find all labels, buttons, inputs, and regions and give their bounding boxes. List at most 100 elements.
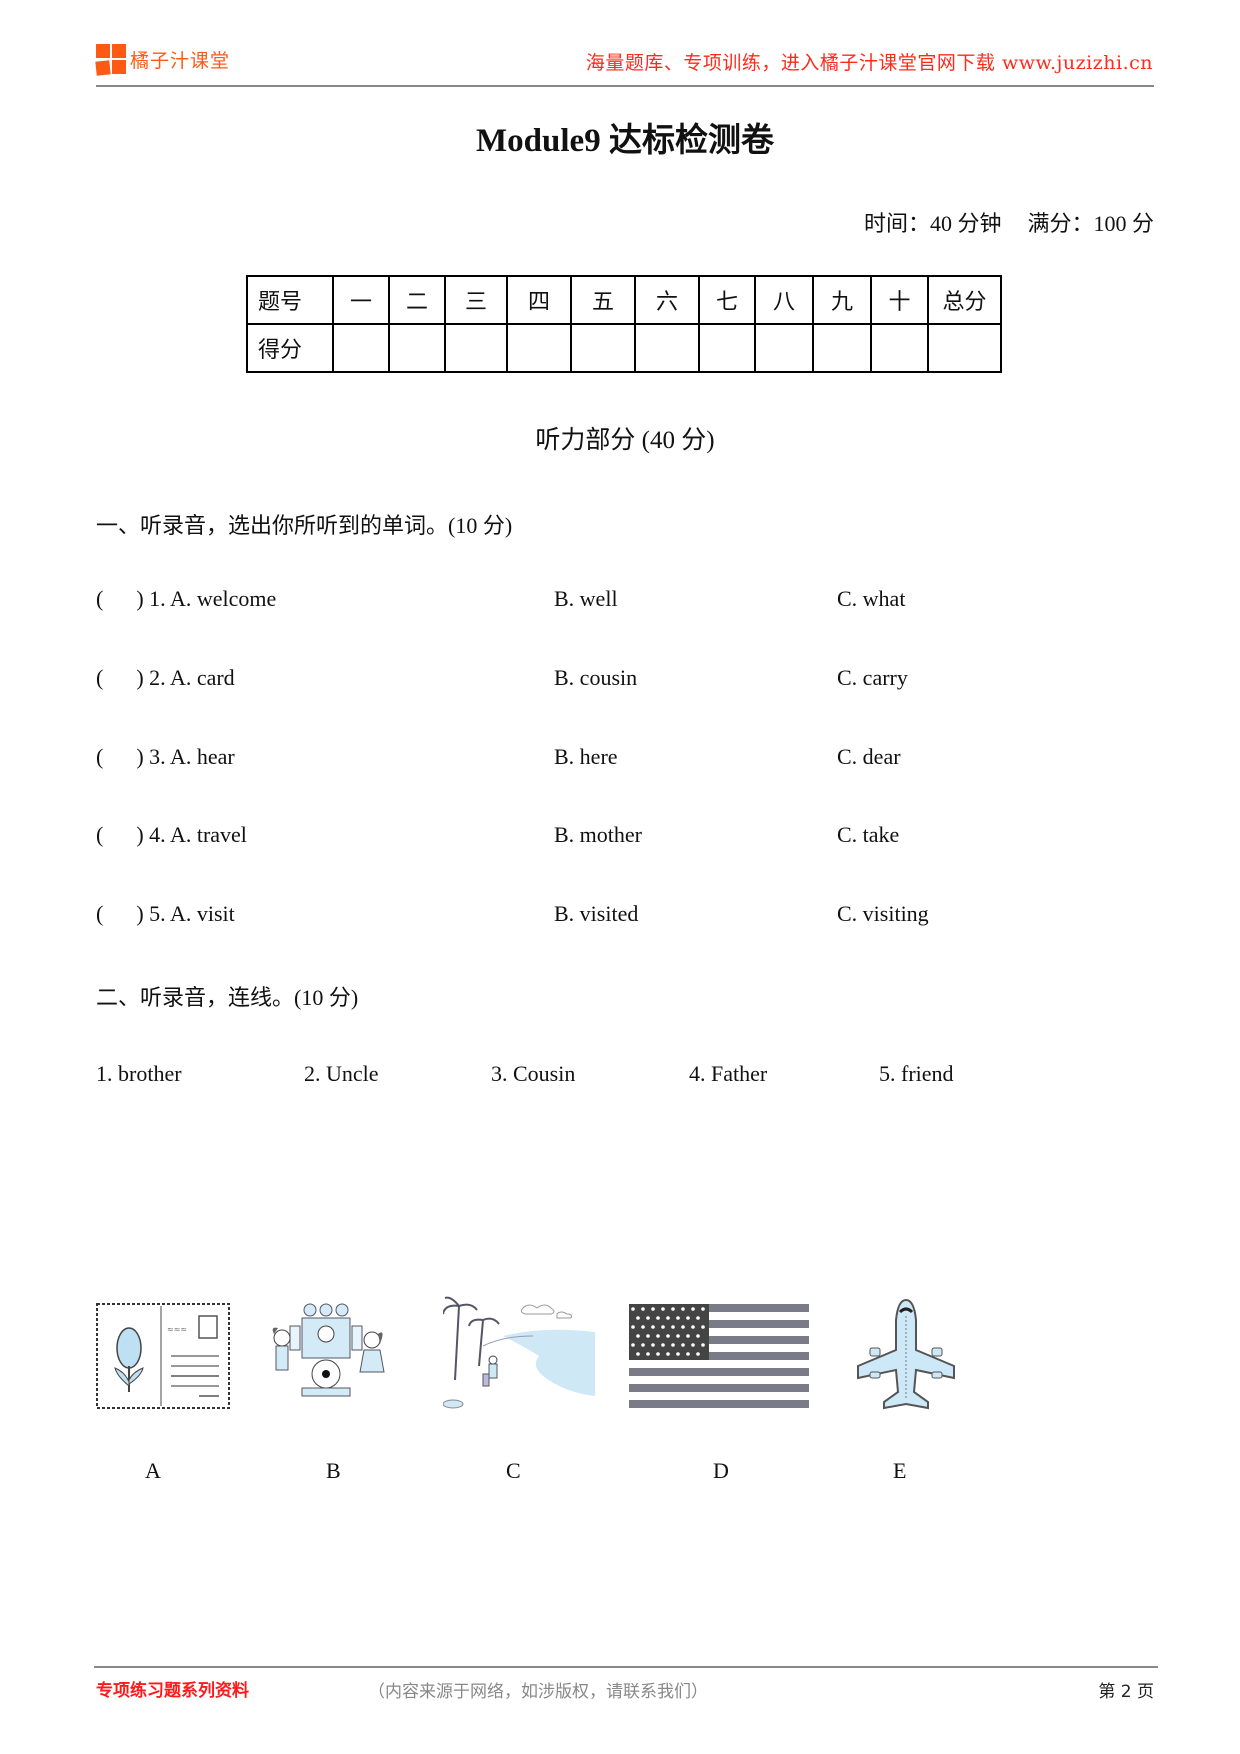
footer-divider [94, 1666, 1158, 1668]
airplane-icon[interactable] [846, 1296, 966, 1416]
flag-star [631, 1325, 635, 1329]
flag-star [701, 1343, 705, 1347]
header-slogan[interactable]: 海量题库、专项训练，进入橘子汁课堂官网下载 www.juzizhi.cn [586, 48, 1153, 75]
score-cell[interactable] [332, 323, 390, 373]
flag-star [651, 1325, 655, 1329]
col-header: 三 [444, 275, 508, 325]
flag-stripe [629, 1368, 809, 1376]
flag-star [636, 1352, 640, 1356]
part-title-listening: 听力部分 (40 分) [535, 427, 715, 454]
row-label-score: 得分 [246, 323, 334, 373]
flag-star [646, 1334, 650, 1338]
option-b[interactable]: B. here [554, 744, 618, 770]
picture-label: C [506, 1458, 521, 1483]
col-header: 四 [506, 275, 572, 325]
flag-star [641, 1307, 645, 1311]
option-b[interactable]: B. well [554, 586, 618, 612]
flag-star [676, 1334, 680, 1338]
brand-name: 橘子汁课堂 [130, 50, 231, 72]
flag-star [696, 1352, 700, 1356]
match-word[interactable]: 4. Father [689, 1061, 767, 1087]
question-row: ( ) 4. A. travel B. mother C. take [96, 822, 1156, 852]
flag-star [651, 1343, 655, 1347]
flag-star [641, 1343, 645, 1347]
flag-star [656, 1316, 660, 1320]
flag-star [701, 1325, 705, 1329]
option-b[interactable]: B. cousin [554, 665, 637, 691]
footer-series-label: 专项练习题系列资料 [96, 1681, 249, 1701]
flag-star [646, 1352, 650, 1356]
col-header: 九 [812, 275, 872, 325]
score-cell[interactable] [570, 323, 636, 373]
option-c[interactable]: C. what [837, 586, 905, 612]
footer-copyright-note: （内容来源于网络，如涉版权，请联系我们） [368, 1682, 708, 1702]
flag-star [656, 1334, 660, 1338]
flag-star [686, 1316, 690, 1320]
header-divider [96, 85, 1154, 87]
score-cell[interactable] [388, 323, 446, 373]
us-flag-icon[interactable] [629, 1296, 809, 1416]
col-header: 六 [634, 275, 700, 325]
score-cell[interactable] [812, 323, 872, 373]
col-header: 二 [388, 275, 446, 325]
exam-meta: 时间：40 分钟 满分：100 分 [864, 206, 1154, 238]
flag-star [666, 1334, 670, 1338]
option-c[interactable]: C. visiting [837, 901, 929, 927]
flag-star [691, 1307, 695, 1311]
question-row: ( ) 1. A. welcome B. well C. what [96, 586, 1156, 616]
score-cell[interactable] [444, 323, 508, 373]
score-table-header-row: 题号 一 二 三 四 五 六 七 八 九 十 总分 [246, 275, 1002, 325]
score-cell[interactable] [870, 323, 929, 373]
band-performance-icon[interactable] [262, 1296, 390, 1416]
score-cell[interactable] [754, 323, 814, 373]
match-word[interactable]: 3. Cousin [491, 1061, 575, 1087]
score-table: 题号 一 二 三 四 五 六 七 八 九 十 总分 得分 [246, 275, 1002, 373]
option-c[interactable]: C. dear [837, 744, 901, 770]
page-title: Module9 达标检测卷 [476, 123, 774, 159]
flag-star [661, 1343, 665, 1347]
flag-star [676, 1316, 680, 1320]
option-a[interactable]: ( ) 2. A. card [96, 665, 235, 691]
postcard-icon[interactable]: ≈≈≈ [95, 1296, 232, 1416]
flag-star [666, 1316, 670, 1320]
option-b[interactable]: B. visited [554, 901, 638, 927]
flag-star [701, 1307, 705, 1311]
col-header: 十 [870, 275, 929, 325]
flag-star [691, 1325, 695, 1329]
col-header: 七 [698, 275, 756, 325]
time-limit: 时间：40 分钟 [863, 211, 1002, 236]
option-b[interactable]: B. mother [554, 822, 642, 848]
flag-star [661, 1325, 665, 1329]
flag-star [686, 1352, 690, 1356]
match-word[interactable]: 5. friend [879, 1061, 954, 1087]
flag-star [671, 1307, 675, 1311]
option-a[interactable]: ( ) 4. A. travel [96, 822, 247, 848]
flag-star [681, 1325, 685, 1329]
option-a[interactable]: ( ) 5. A. visit [96, 901, 235, 927]
flag-star [646, 1316, 650, 1320]
svg-text:≈≈≈: ≈≈≈ [167, 1325, 187, 1334]
score-cell[interactable] [927, 323, 1002, 373]
flag-stripe [629, 1384, 809, 1392]
flag-star [681, 1307, 685, 1311]
option-a[interactable]: ( ) 1. A. welcome [96, 586, 276, 612]
score-cell[interactable] [634, 323, 700, 373]
score-table-score-row: 得分 [246, 323, 1002, 373]
flag-star [661, 1307, 665, 1311]
score-cell[interactable] [506, 323, 572, 373]
brand-logo-icon [95, 44, 126, 76]
match-word[interactable]: 2. Uncle [304, 1061, 379, 1087]
flag-star [636, 1316, 640, 1320]
picture-label: E [893, 1458, 907, 1483]
flag-star [631, 1307, 635, 1311]
score-cell[interactable] [698, 323, 756, 373]
option-a[interactable]: ( ) 3. A. hear [96, 744, 235, 770]
option-c[interactable]: C. take [837, 822, 899, 848]
match-word[interactable]: 1. brother [96, 1061, 182, 1087]
section1-heading: 一、听录音，选出你所听到的单词。(10 分) [96, 513, 513, 538]
row-label-question-number: 题号 [246, 275, 334, 325]
flag-star [656, 1352, 660, 1356]
option-c[interactable]: C. carry [837, 665, 908, 691]
picture-label: D [713, 1458, 729, 1483]
beach-travel-icon[interactable] [443, 1296, 595, 1416]
